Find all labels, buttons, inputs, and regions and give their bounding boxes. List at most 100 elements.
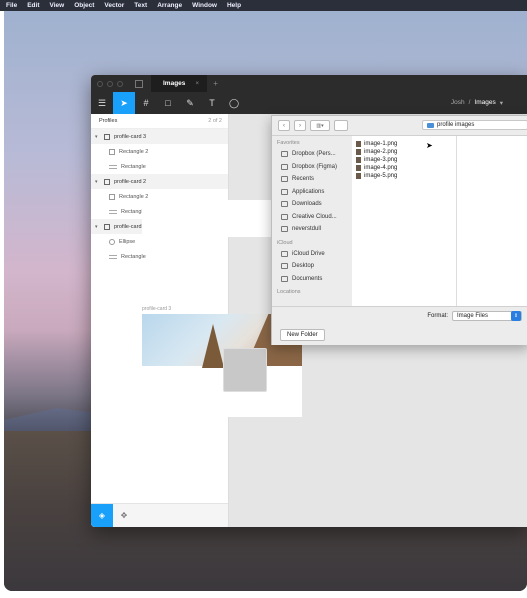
layer-frame[interactable]: ▾ profile-card 2 bbox=[91, 174, 228, 189]
path-selector[interactable]: profile images bbox=[422, 120, 527, 130]
sidebar-item-label: neverstdull bbox=[292, 226, 322, 233]
move-tool-icon[interactable]: ➤ bbox=[113, 92, 135, 114]
applications-icon bbox=[281, 188, 288, 195]
format-value: Image Files bbox=[457, 313, 489, 319]
mac-menubar: File Edit View Object Vector Text Arrang… bbox=[0, 0, 527, 11]
file-item[interactable]: image-1.png bbox=[352, 140, 456, 148]
preview-column bbox=[457, 136, 527, 306]
layers-header: Profiles 2 of 2 bbox=[91, 114, 228, 129]
avatar-placeholder[interactable] bbox=[223, 348, 267, 392]
frame-tool-icon[interactable]: # bbox=[135, 92, 157, 114]
new-tab-icon[interactable]: + bbox=[213, 79, 218, 88]
page-count: 2 of 2 bbox=[208, 118, 222, 124]
layer-label: Rectangle bbox=[121, 163, 146, 170]
sidebar-item-dropbox-figma[interactable]: Dropbox (Figma) bbox=[272, 161, 352, 174]
menu-object[interactable]: Object bbox=[74, 2, 94, 9]
layer-label: profile-card 3 bbox=[114, 133, 147, 140]
forward-icon[interactable]: › bbox=[294, 120, 306, 131]
chevron-down-icon[interactable]: ▾ bbox=[95, 224, 100, 230]
layer-image[interactable]: Rectangle bbox=[91, 249, 228, 264]
text-tool-icon[interactable]: T bbox=[201, 92, 223, 114]
components-tab-icon[interactable]: ✥ bbox=[113, 504, 135, 527]
open-file-dialog: ‹ › ▥▾ profile images Favorites Dropbox … bbox=[271, 115, 527, 345]
sidebar-item-icloud-drive[interactable]: iCloud Drive bbox=[272, 248, 352, 261]
format-select[interactable]: Image Files ⇕ bbox=[452, 311, 522, 321]
page-name[interactable]: Profiles bbox=[99, 118, 117, 124]
document-icon bbox=[281, 275, 288, 282]
image-file-icon bbox=[356, 165, 361, 171]
back-icon[interactable]: ‹ bbox=[278, 120, 290, 131]
sidebar-item-documents[interactable]: Documents bbox=[272, 273, 352, 286]
tab-images[interactable]: Images × bbox=[151, 75, 208, 92]
frame-icon bbox=[104, 133, 110, 140]
new-folder-button[interactable]: New Folder bbox=[280, 329, 325, 341]
shape-tool-icon[interactable]: □ bbox=[157, 92, 179, 114]
menu-arrange[interactable]: Arrange bbox=[157, 2, 182, 9]
rectangle-icon bbox=[109, 193, 115, 200]
ellipse-icon bbox=[109, 238, 115, 245]
minimize-window-button[interactable] bbox=[107, 80, 113, 87]
file-item[interactable]: image-4.png bbox=[352, 164, 456, 172]
sidebar-item-label: Downloads bbox=[292, 201, 322, 208]
menu-help[interactable]: Help bbox=[227, 2, 241, 9]
home-icon bbox=[281, 226, 288, 233]
sidebar-item-creative-cloud[interactable]: Creative Cloud... bbox=[272, 211, 352, 224]
sidebar-section-locations: Locations bbox=[277, 289, 301, 295]
breadcrumb-file[interactable]: Images bbox=[474, 99, 495, 107]
image-fill-icon bbox=[109, 164, 117, 169]
folder-icon bbox=[427, 122, 434, 128]
sidebar-item-home[interactable]: neverstdull bbox=[272, 223, 352, 236]
breadcrumb-team[interactable]: Josh bbox=[451, 99, 465, 107]
sidebar-item-recents[interactable]: Recents bbox=[272, 173, 352, 186]
sidebar-item-applications[interactable]: Applications bbox=[272, 186, 352, 199]
chevron-down-icon[interactable]: ▾ bbox=[500, 99, 503, 107]
menu-view[interactable]: View bbox=[49, 2, 64, 9]
image-fill-icon bbox=[109, 209, 117, 214]
format-label: Format: bbox=[427, 313, 448, 319]
cloud-icon bbox=[281, 250, 288, 257]
layers-tab-icon[interactable]: ◈ bbox=[91, 504, 113, 527]
sidebar-item-label: Recents bbox=[292, 176, 315, 183]
sidebar-item-label: Applications bbox=[292, 188, 325, 195]
sidebar-item-dropbox-personal[interactable]: Dropbox (Pers... bbox=[272, 148, 352, 161]
sidebar-item-downloads[interactable]: Downloads bbox=[272, 198, 352, 211]
frame-label[interactable]: profile-card 3 bbox=[142, 306, 171, 312]
hamburger-menu-icon[interactable]: ☰ bbox=[91, 92, 113, 114]
chevron-down-icon[interactable]: ▾ bbox=[95, 134, 100, 140]
window-titlebar: Images × + bbox=[91, 75, 527, 92]
image-file-icon bbox=[356, 173, 361, 179]
chevron-updown-icon: ⇕ bbox=[511, 311, 521, 321]
file-item[interactable]: image-2.png bbox=[352, 148, 456, 156]
file-item[interactable]: image-5.png bbox=[352, 172, 456, 180]
chevron-down-icon[interactable]: ▾ bbox=[95, 179, 100, 185]
menu-text[interactable]: Text bbox=[134, 2, 147, 9]
tree-image bbox=[202, 324, 224, 368]
view-mode-icon[interactable]: ▥▾ bbox=[310, 120, 330, 131]
files-grid-icon[interactable] bbox=[135, 79, 143, 88]
mouse-cursor-icon: ➤ bbox=[426, 141, 433, 150]
sidebar-item-label: Dropbox (Figma) bbox=[292, 163, 338, 170]
image-fill-icon bbox=[109, 254, 117, 259]
pen-tool-icon[interactable]: ✎ bbox=[179, 92, 201, 114]
zoom-window-button[interactable] bbox=[117, 80, 123, 87]
layer-image[interactable]: Rectangle bbox=[91, 159, 228, 174]
menu-file[interactable]: File bbox=[6, 2, 17, 9]
comment-tool-icon[interactable]: ◯ bbox=[223, 92, 245, 114]
sidebar-item-desktop[interactable]: Desktop bbox=[272, 260, 352, 273]
frame-icon bbox=[104, 178, 110, 185]
file-name: image-2.png bbox=[364, 149, 398, 155]
clock-icon bbox=[281, 176, 288, 183]
menu-vector[interactable]: Vector bbox=[104, 2, 124, 9]
frame-icon bbox=[104, 223, 110, 230]
folder-icon[interactable] bbox=[334, 120, 348, 131]
file-item[interactable]: image-3.png bbox=[352, 156, 456, 164]
dialog-toolbar: ‹ › ▥▾ profile images bbox=[272, 116, 527, 136]
close-window-button[interactable] bbox=[97, 80, 103, 87]
menu-edit[interactable]: Edit bbox=[27, 2, 39, 9]
tab-close-icon[interactable]: × bbox=[195, 80, 199, 87]
sidebar-item-label: Dropbox (Pers... bbox=[292, 151, 336, 158]
download-icon bbox=[281, 201, 288, 208]
menu-window[interactable]: Window bbox=[192, 2, 217, 9]
layer-rectangle[interactable]: Rectangle 2 bbox=[91, 144, 228, 159]
layer-frame[interactable]: ▾ profile-card 3 bbox=[91, 129, 228, 144]
